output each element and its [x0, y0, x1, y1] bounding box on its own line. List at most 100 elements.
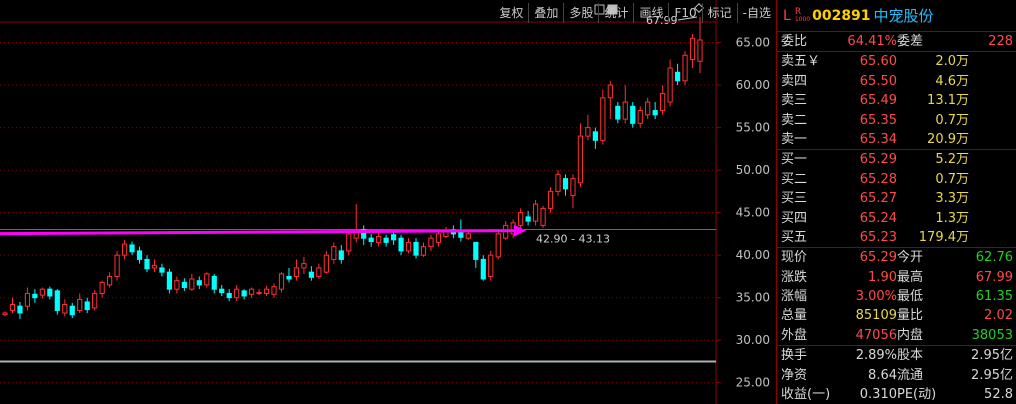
- candle-body: [293, 267, 300, 277]
- candle-body: [682, 54, 688, 82]
- quote-panel: L R 1000 002891 中宠股份 委比 64.41% 委差 228 卖五…: [776, 0, 1016, 404]
- fundamental-row[interactable]: 换手 2.89% 股本 2.95亿: [777, 346, 1016, 365]
- candle-body: [428, 237, 434, 248]
- candle-body: [645, 101, 651, 116]
- candle-body: [234, 288, 240, 299]
- y-tick-label: 50.00: [736, 163, 770, 177]
- stock-code: 002891: [812, 7, 871, 24]
- candle-body: [24, 292, 31, 307]
- quote-row[interactable]: 现价 65.29 今开 62.76: [777, 248, 1016, 267]
- candle-body: [181, 281, 187, 288]
- rz-badge-letter: R: [794, 6, 802, 17]
- ask-volume: 20.9万: [927, 131, 969, 147]
- quote-label-2: 最低: [897, 289, 924, 305]
- candle-body: [286, 275, 292, 280]
- candle-body: [465, 233, 471, 239]
- quote-row[interactable]: 涨跌 1.90 最高 67.99: [777, 268, 1016, 287]
- ask-row[interactable]: 卖三 65.49 13.1万: [777, 91, 1016, 110]
- candle-body: [219, 288, 225, 294]
- stock-name[interactable]: 中宠股份: [874, 5, 934, 26]
- candle-body: [189, 278, 195, 290]
- quote-label-1: 涨幅: [781, 289, 808, 305]
- stock-mark: L: [783, 7, 791, 24]
- quote-label-2: 最高: [897, 269, 924, 285]
- toolbar-f10-button[interactable]: F10: [668, 3, 701, 23]
- ask-row[interactable]: 卖二 65.35 0.7万: [777, 111, 1016, 130]
- kline-chart[interactable]: 25.00 30.00 35.00 40.00 45.00 50.00 55.00 60.00…: [0, 0, 776, 404]
- candle-body: [660, 93, 666, 112]
- quote-label-2: 量比: [897, 308, 924, 324]
- ask-volume: 0.7万: [935, 112, 969, 128]
- y-tick-label: 25.00: [736, 376, 770, 390]
- quote-row[interactable]: 涨幅 3.00% 最低 61.35: [777, 287, 1016, 306]
- toolbar-statistics-button[interactable]: 统计: [598, 3, 633, 23]
- ask-row[interactable]: 卖五￥ 65.60 2.0万: [777, 52, 1016, 71]
- quote-row[interactable]: 外盘 47056 内盘 38053: [777, 326, 1016, 345]
- quote-label-2: 今开: [897, 250, 924, 266]
- ask-price: 65.60: [859, 54, 897, 70]
- ask-price: 65.35: [859, 112, 897, 128]
- candle-body: [652, 110, 658, 116]
- quote-label-2: 内盘: [897, 327, 924, 343]
- bid-volume: 0.7万: [935, 171, 969, 187]
- chart-toolbar: 复权 叠加 多股 统计 画线 F10 标记 -自选: [494, 3, 776, 23]
- stock-header: L R 1000 002891 中宠股份: [777, 0, 1016, 32]
- quote-value-1: 85109: [855, 308, 897, 324]
- y-tick-label: 30.00: [736, 333, 770, 347]
- candle-body: [278, 273, 285, 290]
- candle-body: [398, 237, 404, 252]
- candle-body: [226, 292, 232, 299]
- candle-body: [405, 241, 412, 252]
- candle-body: [9, 303, 16, 311]
- candle-body: [383, 237, 389, 243]
- fundamental-row[interactable]: 收益(一) 0.310 PE(动) 52.8: [777, 385, 1016, 404]
- bid-row[interactable]: 买二 65.28 0.7万: [777, 170, 1016, 189]
- bid-row[interactable]: 买一 65.29 5.2万: [777, 150, 1016, 169]
- bid-volume: 5.2万: [935, 152, 969, 168]
- toolbar-remove-watchlist-button[interactable]: -自选: [736, 3, 776, 23]
- ask-price: 65.50: [859, 73, 897, 89]
- toolbar-mark-button[interactable]: 标记: [701, 3, 737, 23]
- candle-body: [525, 216, 531, 222]
- candle-body: [562, 178, 569, 190]
- ask-row[interactable]: 卖四 65.50 4.6万: [777, 72, 1016, 91]
- candle-body: [592, 131, 598, 141]
- toolbar-overlay-button[interactable]: 叠加: [528, 3, 563, 23]
- candle-body: [540, 207, 546, 226]
- bid-book: 买一 65.29 5.2万 买二 65.28 0.7万 买三 65.27 3.3万 买四 65.24…: [777, 150, 1016, 249]
- ask-price: 65.49: [859, 93, 897, 109]
- rz-badge-sub: 1000: [794, 15, 811, 23]
- quote-value-2: 61.35: [975, 289, 1013, 305]
- bid-row[interactable]: 买五 65.23 179.4万: [777, 228, 1016, 247]
- candle-body: [637, 110, 643, 124]
- quote-stats: 现价 65.29 今开 62.76 涨跌 1.90 最高 67.99 涨幅 3.00% 最低 61.3…: [777, 248, 1016, 347]
- committee-ratio-label: 委比: [781, 34, 808, 49]
- ask-row[interactable]: 卖一 65.34 20.9万: [777, 130, 1016, 149]
- bid-row[interactable]: 买三 65.27 3.3万: [777, 189, 1016, 208]
- candle-body: [114, 254, 120, 277]
- candle-body: [144, 258, 150, 270]
- toolbar-multistock-button[interactable]: 多股: [563, 3, 598, 23]
- candle-body: [84, 301, 90, 311]
- y-tick-label: 35.00: [736, 291, 770, 305]
- candle-body: [532, 203, 539, 222]
- candle-body: [92, 292, 98, 309]
- fund-label-1: 换手: [781, 348, 808, 364]
- bid-row[interactable]: 买四 65.24 1.3万: [777, 209, 1016, 228]
- candle-body: [420, 246, 427, 256]
- candle-body: [62, 303, 68, 314]
- candle-body: [69, 305, 75, 316]
- candle-body: [211, 275, 217, 290]
- quote-label-1: 总量: [781, 308, 808, 324]
- fund-label-2: 股本: [897, 348, 924, 364]
- toolbar-fuquan-button[interactable]: 复权: [494, 3, 528, 23]
- quote-row[interactable]: 总量 85109 量比 2.02: [777, 306, 1016, 325]
- bid-label: 买一: [781, 152, 808, 168]
- candle-body: [54, 290, 60, 311]
- fundamental-row[interactable]: 净资 8.64 流通 2.95亿: [777, 366, 1016, 385]
- bid-volume: 1.3万: [935, 210, 969, 226]
- toolbar-drawline-button[interactable]: 画线: [633, 3, 668, 23]
- candle-body: [47, 288, 53, 297]
- kline-chart-area[interactable]: 25.00 30.00 35.00 40.00 45.00 50.00 55.00 60.00…: [0, 0, 776, 404]
- candle-body: [376, 235, 382, 243]
